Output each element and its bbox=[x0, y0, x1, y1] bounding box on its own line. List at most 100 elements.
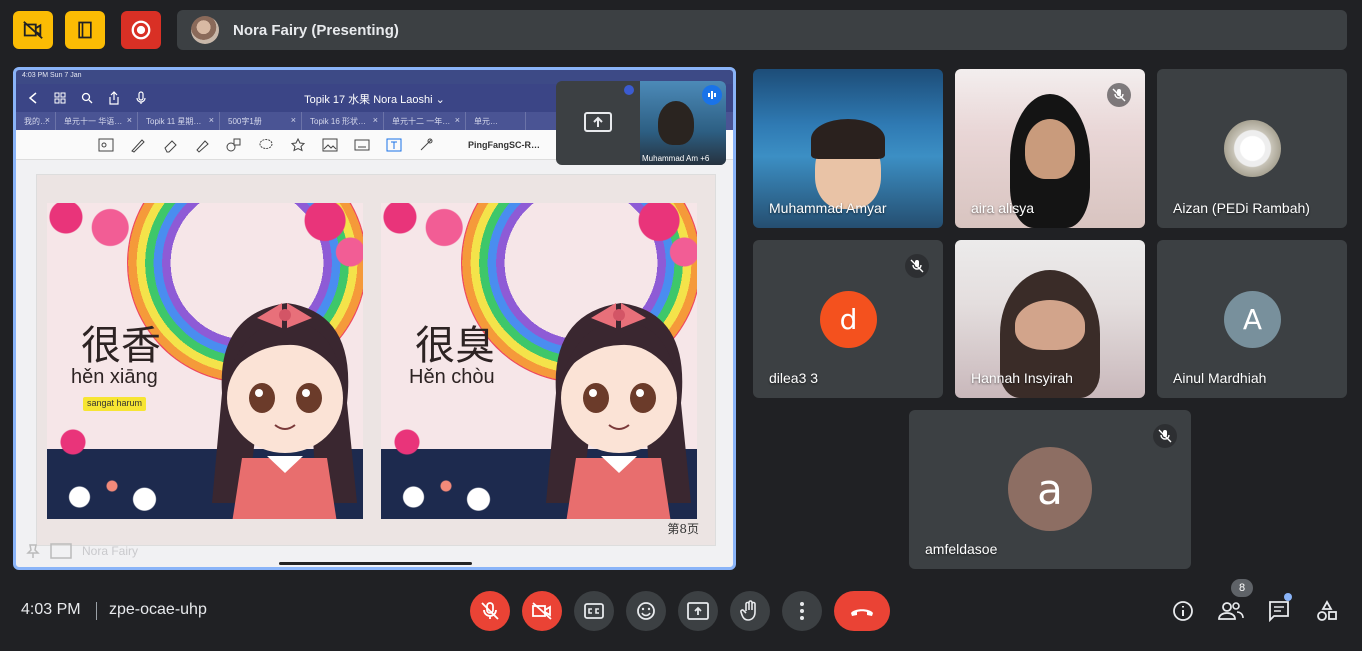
camera-off-icon bbox=[23, 21, 43, 39]
eraser-icon[interactable] bbox=[160, 135, 180, 155]
image-icon[interactable] bbox=[320, 135, 340, 155]
lasso-icon[interactable] bbox=[256, 135, 276, 155]
people-button[interactable] bbox=[1216, 596, 1246, 626]
translation-note[interactable]: sangat harum bbox=[83, 397, 147, 411]
flowers-illustration bbox=[381, 409, 511, 519]
participant-tile[interactable]: Aizan (PEDi Rambah) bbox=[1157, 69, 1347, 228]
present-screen-button[interactable] bbox=[678, 591, 718, 631]
participant-name: Aizan (PEDi Rambah) bbox=[1173, 200, 1310, 216]
recording-button[interactable] bbox=[121, 11, 161, 49]
avatar bbox=[191, 16, 219, 44]
activity-dot bbox=[624, 85, 634, 95]
hide-self-view-button[interactable] bbox=[13, 11, 53, 49]
door-icon bbox=[78, 21, 92, 39]
page-number: 第8页 bbox=[667, 522, 699, 536]
avatar: A bbox=[1224, 291, 1281, 348]
keyboard-icon[interactable] bbox=[352, 135, 372, 155]
speaking-indicator-icon bbox=[702, 85, 722, 105]
flashcard: 很臭 Hěn chòu bbox=[381, 203, 697, 519]
camera-toggle-button[interactable] bbox=[522, 591, 562, 631]
presenter-name: Nora Fairy bbox=[82, 544, 139, 558]
participant-tile[interactable]: aira alisya bbox=[955, 69, 1145, 228]
pinyin-text: Hěn chòu bbox=[409, 366, 495, 388]
hang-up-icon bbox=[851, 609, 873, 616]
shapes-icon bbox=[1317, 600, 1337, 621]
participant-tile[interactable]: a amfeldasoe bbox=[909, 410, 1191, 569]
chat-notification-dot bbox=[1284, 593, 1292, 601]
meeting-code[interactable]: zpe-ocae-uhp bbox=[109, 601, 207, 619]
doc-tab[interactable]: 单元十二 一年… × bbox=[384, 112, 466, 130]
emoji-icon bbox=[637, 602, 655, 620]
font-name[interactable]: PingFangSC-R… bbox=[468, 140, 540, 150]
divider bbox=[96, 602, 97, 620]
self-view-pip[interactable]: Muhammad Am +6 bbox=[556, 81, 726, 165]
link-icon[interactable] bbox=[416, 135, 436, 155]
hanzi-text: 很臭 bbox=[415, 323, 495, 369]
avatar: d bbox=[820, 291, 877, 348]
scan-icon[interactable] bbox=[96, 135, 116, 155]
captions-icon bbox=[584, 603, 604, 619]
participant-name: Muhammad Amyar bbox=[769, 200, 887, 216]
people-count-badge: 8 bbox=[1231, 579, 1253, 597]
pinyin-text: hěn xiāng bbox=[71, 366, 158, 388]
doc-tab[interactable]: 500字1册 × bbox=[220, 112, 302, 130]
activities-button[interactable] bbox=[1312, 596, 1342, 626]
participant-tile[interactable]: d dilea3 3 bbox=[753, 240, 943, 398]
doc-tab[interactable]: 单元十一 华语… × bbox=[56, 112, 138, 130]
girl-illustration bbox=[212, 303, 357, 519]
captions-button[interactable] bbox=[574, 591, 614, 631]
presenting-label: Nora Fairy (Presenting) bbox=[233, 21, 399, 39]
flashcard: 很香 hěn xiāng sangat harum bbox=[47, 203, 363, 519]
hanzi-text: 很香 bbox=[81, 323, 161, 369]
record-icon bbox=[131, 20, 151, 40]
participant-name: Hannah Insyirah bbox=[971, 370, 1073, 386]
flowers-illustration bbox=[47, 409, 177, 519]
presentation-screen[interactable]: 4:03 PM Sun 7 Jan Topik 17 水果 Nora Laosh… bbox=[13, 67, 736, 570]
meeting-details-button[interactable] bbox=[1168, 596, 1198, 626]
reactions-button[interactable] bbox=[626, 591, 666, 631]
flowers-illustration bbox=[47, 203, 363, 273]
avatar bbox=[1224, 120, 1281, 177]
presenting-bar: Nora Fairy (Presenting) bbox=[177, 10, 1347, 50]
participant-tile[interactable]: Muhammad Amyar bbox=[753, 69, 943, 228]
info-icon bbox=[1173, 601, 1193, 621]
highlighter-icon[interactable] bbox=[192, 135, 212, 155]
chat-icon bbox=[1269, 601, 1289, 622]
girl-illustration bbox=[546, 303, 691, 519]
doc-tab[interactable]: 单元… bbox=[466, 112, 526, 130]
door-button[interactable] bbox=[65, 11, 105, 49]
mic-off-icon bbox=[1107, 83, 1131, 107]
hand-icon bbox=[740, 600, 756, 621]
leave-call-button[interactable] bbox=[834, 591, 890, 631]
people-icon bbox=[1218, 602, 1244, 620]
doc-tab[interactable]: Topik 11 星期… × bbox=[138, 112, 220, 130]
pin-icon[interactable] bbox=[26, 543, 40, 559]
mic-toggle-button[interactable] bbox=[470, 591, 510, 631]
text-tool-icon[interactable] bbox=[384, 135, 404, 155]
sticker-icon[interactable] bbox=[288, 135, 308, 155]
screen-icon[interactable] bbox=[50, 543, 72, 559]
doc-tab[interactable]: 我的… × bbox=[16, 112, 56, 130]
participant-name: dilea3 3 bbox=[769, 370, 819, 386]
shapes-icon[interactable] bbox=[224, 135, 244, 155]
participant-tile[interactable]: Hannah Insyirah bbox=[955, 240, 1145, 398]
mic-off-icon bbox=[481, 602, 499, 620]
presentation-footer: Nora Fairy bbox=[26, 543, 138, 559]
self-view-name: Muhammad Am +6 bbox=[642, 154, 710, 163]
home-indicator bbox=[279, 562, 472, 565]
mic-off-icon bbox=[1153, 424, 1177, 448]
present-icon bbox=[687, 602, 709, 620]
raise-hand-button[interactable] bbox=[730, 591, 770, 631]
avatar: a bbox=[1008, 447, 1092, 531]
more-options-button[interactable] bbox=[782, 591, 822, 631]
doc-tab[interactable]: Topik 16 形状… × bbox=[302, 112, 384, 130]
more-vert-icon bbox=[800, 602, 804, 620]
slide-page: 很香 hěn xiāng sangat harum 很臭 Hěn chòu 第8… bbox=[36, 174, 716, 546]
pen-icon[interactable] bbox=[128, 135, 148, 155]
participant-tile[interactable]: A Ainul Mardhiah bbox=[1157, 240, 1347, 398]
camera-off-icon bbox=[532, 602, 552, 620]
mic-off-icon bbox=[905, 254, 929, 278]
participant-name: amfeldasoe bbox=[925, 541, 998, 557]
meeting-clock: 4:03 PM bbox=[21, 601, 81, 618]
flowers-illustration bbox=[381, 203, 697, 273]
